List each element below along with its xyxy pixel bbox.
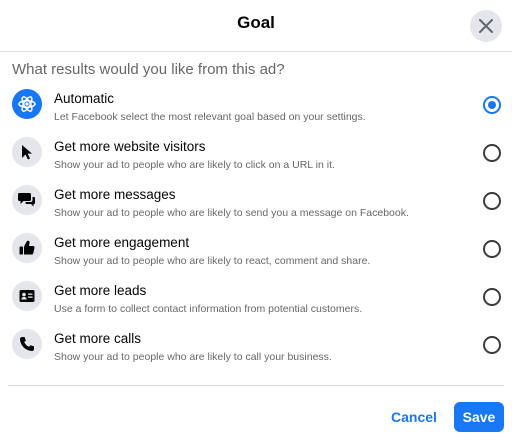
goal-option-messages[interactable]: Get more messages Show your ad to people… <box>0 182 512 230</box>
option-icon-container <box>12 89 42 119</box>
dialog-footer: Cancel Save <box>0 386 512 447</box>
radio-messages[interactable] <box>483 192 501 210</box>
goal-option-automatic[interactable]: Automatic Let Facebook select the most r… <box>0 86 512 134</box>
option-title: Get more website visitors <box>54 139 206 154</box>
option-title: Get more calls <box>54 331 142 346</box>
chat-icon <box>18 193 35 207</box>
radio-website-visitors[interactable] <box>483 144 501 162</box>
option-description: Show your ad to people who are likely to… <box>54 351 332 363</box>
option-icon-container <box>12 233 42 263</box>
radio-automatic[interactable] <box>483 96 501 114</box>
phone-icon <box>19 336 35 352</box>
option-icon-container <box>12 329 42 359</box>
id-card-icon <box>19 290 35 302</box>
close-button[interactable] <box>470 10 502 42</box>
option-description: Show your ad to people who are likely to… <box>54 207 409 219</box>
cursor-icon <box>22 145 32 160</box>
goal-option-engagement[interactable]: Get more engagement Show your ad to peop… <box>0 230 512 278</box>
header-divider <box>0 51 512 52</box>
dialog-header: Goal <box>0 0 512 51</box>
goal-question: What results would you like from this ad… <box>12 61 285 78</box>
option-description: Show your ad to people who are likely to… <box>54 159 335 171</box>
goal-option-calls[interactable]: Get more calls Show your ad to people wh… <box>0 326 512 374</box>
option-title: Automatic <box>54 91 115 106</box>
radio-leads[interactable] <box>483 288 501 306</box>
thumbs-up-icon <box>19 240 35 255</box>
option-title: Get more messages <box>54 187 176 202</box>
option-description: Show your ad to people who are likely to… <box>54 255 371 267</box>
radio-calls[interactable] <box>483 336 501 354</box>
dialog-title: Goal <box>237 13 275 32</box>
cancel-button[interactable]: Cancel <box>385 402 443 432</box>
option-title: Get more engagement <box>54 235 190 250</box>
option-title: Get more leads <box>54 283 147 298</box>
radio-engagement[interactable] <box>483 240 501 258</box>
option-icon-container <box>12 137 42 167</box>
option-icon-container <box>12 281 42 311</box>
option-description: Use a form to collect contact informatio… <box>54 303 363 315</box>
goal-option-leads[interactable]: Get more leads Use a form to collect con… <box>0 278 512 326</box>
close-icon <box>479 19 493 33</box>
option-icon-container <box>12 185 42 215</box>
save-button[interactable]: Save <box>454 402 504 432</box>
option-description: Let Facebook select the most relevant go… <box>54 111 366 123</box>
goal-dialog: Goal What results would you like from th… <box>0 0 512 447</box>
goal-option-website-visitors[interactable]: Get more website visitors Show your ad t… <box>0 134 512 182</box>
atom-icon <box>18 96 36 112</box>
